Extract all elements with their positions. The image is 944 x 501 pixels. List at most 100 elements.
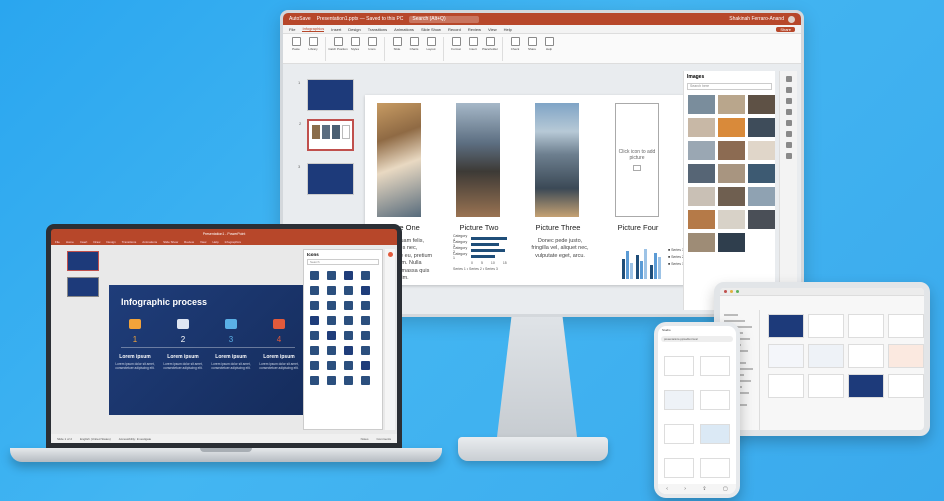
template-card[interactable] [848,374,884,398]
image-thumbnail[interactable] [688,164,715,183]
picture-three-image[interactable] [535,103,579,217]
icon-tile[interactable] [361,316,370,325]
toolbar-icon[interactable] [785,120,792,126]
laptop-slide-thumbnail-1[interactable] [67,251,99,271]
image-thumbnail[interactable] [688,187,715,206]
menu-transitions[interactable]: Transitions [368,27,387,32]
image-thumbnail[interactable] [748,141,775,160]
image-thumbnail[interactable] [718,118,745,137]
template-card[interactable] [808,314,844,338]
ribbon-button-layout[interactable]: Layout [424,37,438,51]
icon-tile[interactable] [310,346,319,355]
ribbon-button-icons[interactable]: Icons [365,37,379,51]
icon-tile[interactable] [344,346,353,355]
icon-tile[interactable] [344,286,353,295]
icon-tile[interactable] [361,331,370,340]
icon-tile[interactable] [310,331,319,340]
toolbar-icon[interactable] [785,87,792,93]
slide-thumbnail-3[interactable]: 3 [298,163,354,195]
icon-tile[interactable] [327,301,336,310]
menu-review[interactable]: Review [468,27,481,32]
image-thumbnail[interactable] [748,118,775,137]
template-card[interactable] [768,314,804,338]
template-card[interactable] [700,424,730,444]
avatar[interactable] [788,15,795,23]
image-thumbnail[interactable] [718,233,745,252]
column-chart[interactable]: ■ Series 3 ■ Series 2 ■ Series 1 [618,243,688,283]
ribbon-button-format[interactable]: Format [449,37,463,51]
icon-tile[interactable] [361,361,370,370]
template-card[interactable] [700,390,730,410]
ribbon-button-slide[interactable]: Slide [390,37,404,51]
laptop-menu-review[interactable]: Review [184,240,194,244]
laptop-menu-home[interactable]: Home [66,240,74,244]
images-search-input[interactable]: Search here [687,83,772,90]
template-card[interactable] [848,344,884,368]
bar-chart[interactable]: Category 4 Category 3 Category 2 Category 1… [453,234,523,285]
icon-tile[interactable] [310,286,319,295]
icon-tile[interactable] [344,316,353,325]
ribbon-button-paste[interactable]: Paste [289,37,303,51]
share-icon[interactable]: ⇪ [702,486,706,492]
menu-record[interactable]: Record [448,27,461,32]
user-area[interactable]: Shakinah Ferraro-Anand [729,15,795,23]
ribbon-button-share[interactable]: Share [525,37,539,51]
toolbar-icon[interactable] [785,142,792,148]
image-thumbnail[interactable] [688,210,715,229]
icon-tile[interactable] [361,286,370,295]
icon-tile[interactable] [310,271,319,280]
infographic-slide[interactable]: Infographic process 1 Lorem ipsum Lorem … [109,285,307,415]
icon-tile[interactable] [344,376,353,385]
template-card[interactable] [700,356,730,376]
picture-placeholder[interactable]: Click icon to add picture [615,103,659,217]
comments-button[interactable]: Comments [376,437,391,441]
status-accessibility[interactable]: Accessibility: Investigate [119,437,152,441]
picture-one-image[interactable] [377,103,421,217]
icon-tile[interactable] [344,301,353,310]
picture-two-image[interactable] [456,103,500,217]
image-thumbnail[interactable] [718,210,745,229]
ribbon-button-styles[interactable]: Styles [348,37,362,51]
laptop-menu-slide-show[interactable]: Slide Show [163,240,178,244]
menu-view[interactable]: View [488,27,497,32]
laptop-menu-insert[interactable]: Insert [80,240,88,244]
menu-help[interactable]: Help [504,27,512,32]
laptop-menu-help[interactable]: Help [212,240,218,244]
icon-tile[interactable] [310,376,319,385]
notes-button[interactable]: Notes [361,437,369,441]
icon-tile[interactable] [327,331,336,340]
template-card[interactable] [664,458,694,478]
icon-tile[interactable] [327,271,336,280]
menu-slide-show[interactable]: Slide Show [421,27,441,32]
icon-tile[interactable] [344,271,353,280]
share-button[interactable]: Share [776,26,795,32]
image-thumbnail[interactable] [718,95,745,114]
ribbon-button-help[interactable]: Help [542,37,556,51]
image-thumbnail[interactable] [718,164,745,183]
toolbar-icon[interactable] [785,153,792,159]
icon-tile[interactable] [310,361,319,370]
icon-tile[interactable] [361,271,370,280]
image-thumbnail[interactable] [688,233,715,252]
template-card[interactable] [888,374,924,398]
toolbar-icon[interactable] [785,131,792,137]
toolbar-icon[interactable] [785,109,792,115]
slide-canvas[interactable]: Click icon to add picture Picture One Pi… [365,95,697,285]
laptop-menu-file[interactable]: File [55,240,60,244]
template-card[interactable] [768,344,804,368]
template-card[interactable] [664,390,694,410]
close-icon[interactable] [387,252,393,257]
toolbar-icon[interactable] [785,76,792,82]
icon-tile[interactable] [361,301,370,310]
window-control-icon[interactable] [724,290,727,293]
icon-tile[interactable] [344,361,353,370]
sidebar-item[interactable] [724,314,738,316]
template-card[interactable] [888,344,924,368]
template-card[interactable] [664,356,694,376]
forward-icon[interactable]: › [684,486,686,492]
ribbon-button-catch-position[interactable]: Catch Position [328,37,348,51]
icon-tile[interactable] [327,286,336,295]
menu-file[interactable]: File [289,27,295,32]
laptop-menu-draw[interactable]: Draw [93,240,100,244]
slide-thumbnail-1[interactable]: 1 [298,79,354,111]
